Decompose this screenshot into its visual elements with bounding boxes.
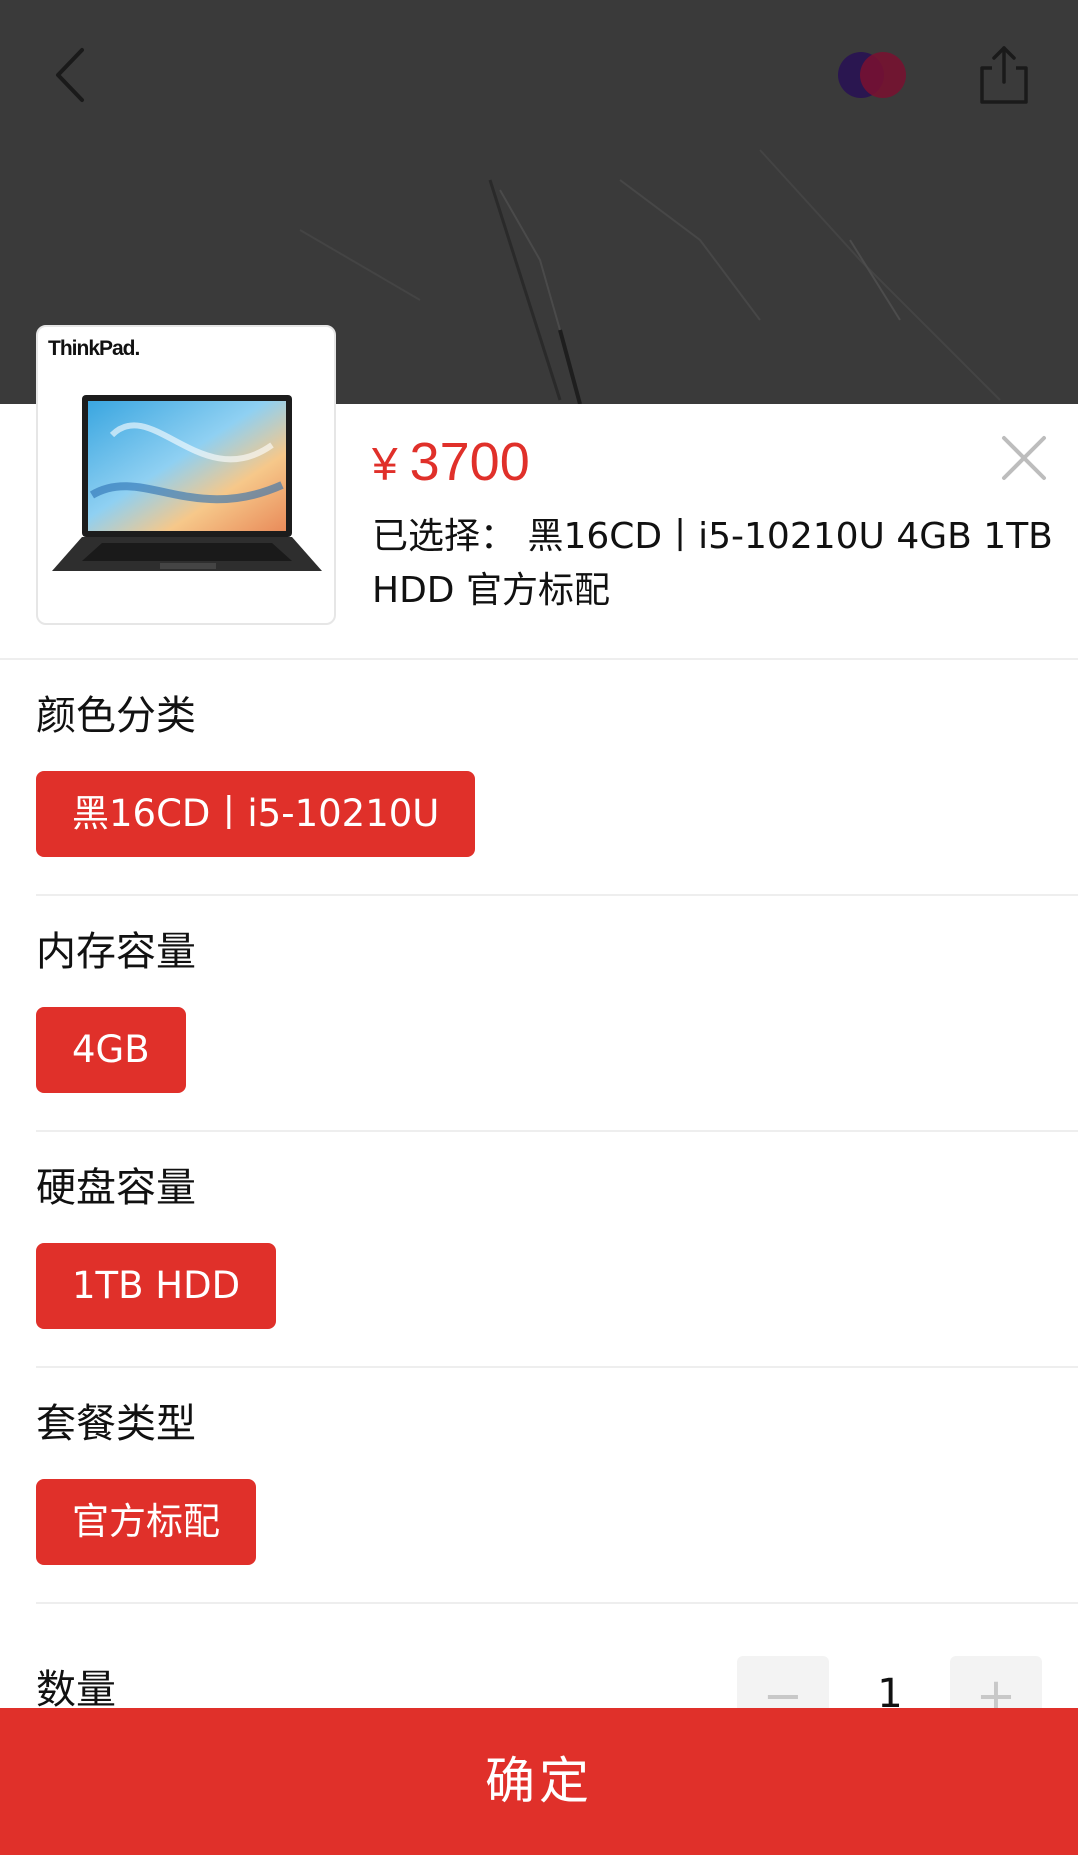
laptop-image bbox=[52, 395, 322, 571]
currency-symbol: ¥ bbox=[372, 438, 398, 490]
option-chip-package[interactable]: 官方标配 bbox=[36, 1479, 256, 1565]
option-title-package: 套餐类型 bbox=[36, 1401, 196, 1447]
back-icon[interactable] bbox=[40, 40, 100, 110]
option-chip-memory[interactable]: 4GB bbox=[36, 1007, 186, 1093]
option-chip-storage[interactable]: 1TB HDD bbox=[36, 1243, 277, 1329]
price-value: 3700 bbox=[409, 432, 530, 492]
option-chip-color[interactable]: 黑16CD丨i5-10210U bbox=[36, 771, 476, 857]
divider bbox=[36, 894, 1078, 896]
option-title-storage: 硬盘容量 bbox=[36, 1165, 196, 1211]
selected-summary: 已选择： 黑16CD丨i5-10210U 4GB 1TB HDD 官方标配 bbox=[372, 510, 1062, 618]
option-title-memory: 内存容量 bbox=[36, 929, 196, 975]
close-icon[interactable] bbox=[998, 432, 1050, 484]
option-title-color: 颜色分类 bbox=[36, 693, 196, 739]
divider bbox=[36, 1130, 1078, 1132]
product-price: ¥3700 bbox=[372, 430, 530, 496]
thumbnail-brand: ThinkPad. bbox=[48, 337, 140, 360]
quantity-label: 数量 bbox=[36, 1667, 116, 1713]
divider bbox=[0, 658, 1078, 660]
product-thumbnail: ThinkPad. bbox=[36, 325, 336, 625]
overlapping-circles-icon[interactable] bbox=[835, 48, 911, 102]
share-icon[interactable] bbox=[972, 40, 1036, 110]
divider bbox=[36, 1366, 1078, 1368]
selected-label: 已选择： bbox=[372, 516, 517, 557]
divider bbox=[36, 1602, 1078, 1604]
confirm-button[interactable]: 确定 bbox=[0, 1708, 1078, 1855]
